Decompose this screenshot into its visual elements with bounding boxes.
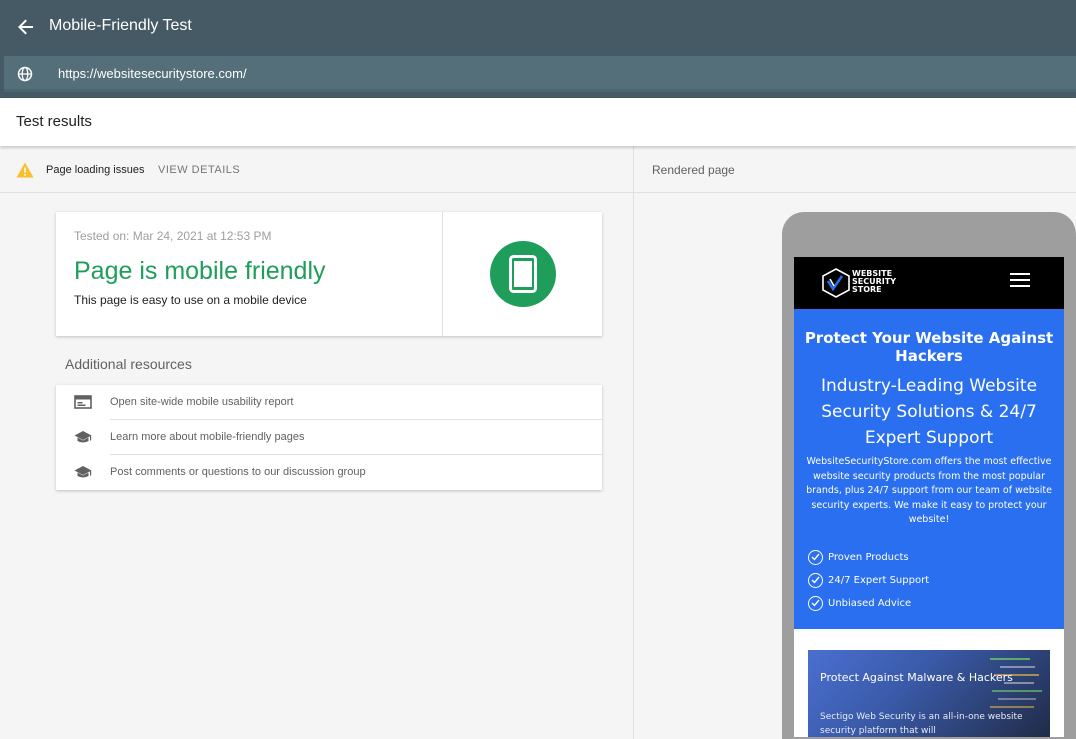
logo-line: STORE: [852, 285, 882, 294]
promo-title: Protect Against Malware & Hackers: [820, 671, 1013, 684]
issues-bar: Page loading issues VIEW DETAILS: [0, 146, 633, 193]
resource-label[interactable]: Open site-wide mobile usability report: [110, 396, 293, 408]
feature-item: 24/7 Expert Support: [808, 572, 929, 588]
warning-icon: [16, 162, 34, 178]
app-title: Mobile-Friendly Test: [49, 17, 192, 34]
card-divider: [442, 212, 443, 336]
result-card: Tested on: Mar 24, 2021 at 12:53 PM Page…: [56, 212, 602, 336]
feature-item: Proven Products: [808, 549, 909, 565]
tested-on-timestamp: Tested on: Mar 24, 2021 at 12:53 PM: [74, 229, 272, 243]
school-icon: [74, 466, 92, 478]
view-details-link[interactable]: VIEW DETAILS: [158, 164, 240, 176]
results-pane: Page loading issues VIEW DETAILS Tested …: [0, 146, 633, 739]
promo-text: Sectigo Web Security is an all-in-one we…: [820, 712, 1023, 736]
page-loading-issues-label: Page loading issues: [46, 164, 145, 176]
results-header: Test results: [0, 98, 1076, 146]
feature-label: 24/7 Expert Support: [828, 574, 930, 586]
site-logo-text: WEBSITE SECURITY STORE: [852, 270, 896, 294]
globe-icon: [17, 66, 33, 82]
app-bar: Mobile-Friendly Test https://websitesecu…: [0, 0, 1076, 98]
rendered-page-bar: Rendered page: [634, 146, 1076, 193]
list-item-learn-more[interactable]: Learn more about mobile-friendly pages: [56, 420, 602, 455]
rendered-pane: Rendered page WEBSITE SECURITY STORE Pro…: [634, 146, 1076, 739]
mobile-friendly-badge: [490, 241, 556, 307]
additional-resources-heading: Additional resources: [65, 356, 192, 372]
phone-frame: WEBSITE SECURITY STORE Protect Your Webs…: [782, 212, 1076, 739]
url-text[interactable]: https://websitesecuritystore.com/: [58, 66, 247, 81]
back-arrow-icon[interactable]: [13, 14, 39, 40]
list-item-discussion-group[interactable]: Post comments or questions to our discus…: [56, 455, 602, 490]
site-logo-icon: [822, 268, 850, 298]
school-icon: [74, 431, 92, 443]
hero-text: WebsiteSecurityStore.com offers the most…: [806, 456, 1052, 525]
report-icon: [74, 395, 92, 409]
verdict-heading: Page is mobile friendly: [74, 257, 326, 285]
site-hero: Protect Your Website Against Hackers Ind…: [794, 309, 1064, 629]
check-circle-icon: [808, 595, 823, 611]
feature-label: Proven Products: [828, 551, 909, 563]
promo-card: Protect Against Malware & Hackers Sectig…: [808, 650, 1050, 737]
url-bar[interactable]: https://websitesecuritystore.com/: [4, 56, 1076, 92]
list-item-usability-report[interactable]: Open site-wide mobile usability report: [56, 385, 602, 420]
hero-subtitle: Industry-Leading Website Security Soluti…: [820, 376, 1038, 448]
hero-title: Protect Your Website Against Hackers: [804, 329, 1054, 365]
rendered-page-label: Rendered page: [652, 163, 735, 177]
verdict-description: This page is easy to use on a mobile dev…: [74, 293, 307, 307]
feature-label: Unbiased Advice: [828, 597, 912, 609]
results-title: Test results: [16, 113, 92, 130]
feature-item: Unbiased Advice: [808, 595, 911, 611]
smartphone-icon: [509, 255, 537, 293]
resource-label[interactable]: Post comments or questions to our discus…: [110, 466, 366, 478]
check-circle-icon: [808, 549, 823, 565]
hamburger-menu-icon[interactable]: [1010, 273, 1030, 289]
site-header: WEBSITE SECURITY STORE: [794, 257, 1064, 309]
rendered-screenshot[interactable]: WEBSITE SECURITY STORE Protect Your Webs…: [794, 257, 1064, 737]
resources-list: Open site-wide mobile usability report L…: [56, 385, 602, 490]
check-circle-icon: [808, 572, 823, 588]
resource-label[interactable]: Learn more about mobile-friendly pages: [110, 431, 304, 443]
